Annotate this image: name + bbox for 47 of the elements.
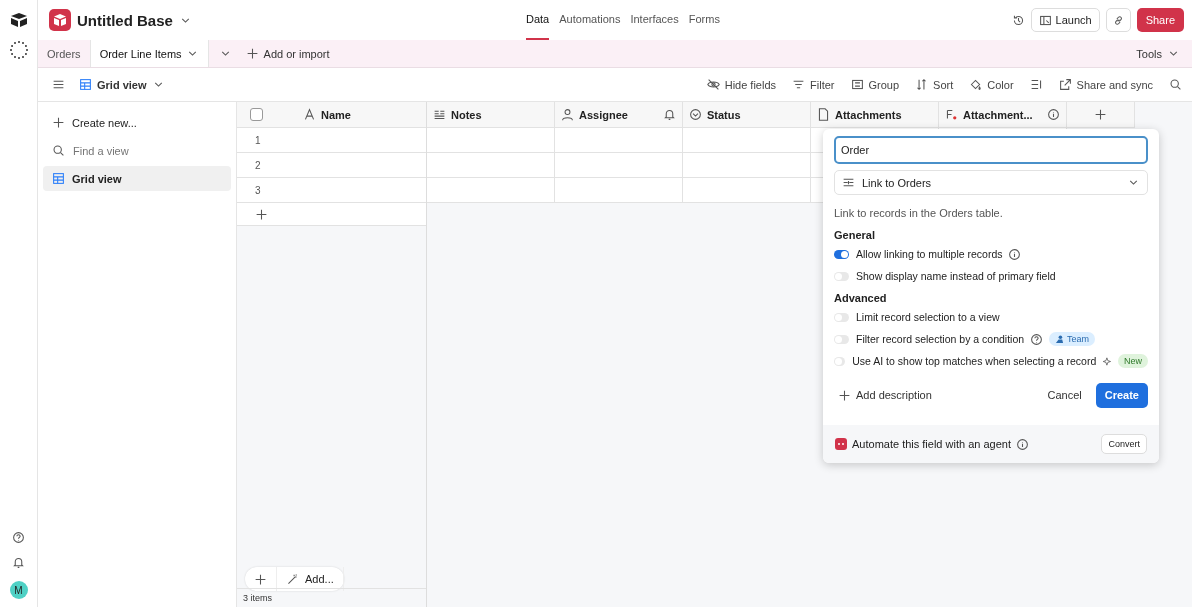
user-avatar[interactable]: M <box>9 581 28 599</box>
row-number: 3 <box>255 184 261 196</box>
row-number: 2 <box>255 159 261 171</box>
create-button[interactable]: Create <box>1095 382 1148 408</box>
convert-button[interactable]: Convert <box>1101 434 1147 454</box>
field-name-input[interactable]: Order <box>834 136 1148 164</box>
find-view-field[interactable]: Find a view <box>71 143 222 158</box>
record-count: 3 items <box>243 593 272 603</box>
field-type-dropdown[interactable]: Link to Orders <box>834 170 1148 195</box>
nav-tab[interactable]: Automations <box>559 0 621 40</box>
toolbar-button[interactable]: Hide fields <box>700 78 783 91</box>
option-label: Use AI to show top matches when selecting a record <box>852 355 1097 367</box>
create-new-button[interactable]: Create new... <box>43 110 231 135</box>
nav-tab[interactable]: Forms <box>688 0 720 40</box>
table-tab[interactable]: Order Line Items <box>89 40 209 67</box>
cancel-button[interactable]: Cancel <box>1043 389 1086 401</box>
section-heading: Advanced <box>834 292 888 304</box>
agent-label: Automate this field with an agent <box>852 438 1011 450</box>
table-tab[interactable]: Orders <box>38 40 90 67</box>
toolbar-button[interactable]: Filter <box>786 78 841 91</box>
option-label: Filter record selection by a condition <box>856 333 1025 345</box>
column-header[interactable]: Attachment... <box>939 102 1067 128</box>
toolbar-button[interactable]: Share and sync <box>1052 78 1159 91</box>
option-label: Limit record selection to a view <box>856 311 1000 323</box>
toolbar-button[interactable]: Group <box>844 78 906 91</box>
column-header[interactable]: Assignee <box>555 102 683 128</box>
column-header[interactable]: Notes <box>427 102 555 128</box>
base-title[interactable]: Untitled Base <box>77 11 173 29</box>
field-description: Link to records in the Orders table. <box>834 207 1004 219</box>
toolbar-button[interactable]: Sort <box>909 78 960 91</box>
share-button[interactable]: Share <box>1136 8 1184 32</box>
view-item[interactable]: Grid view <box>43 166 231 191</box>
toolbar-button[interactable]: Color <box>963 78 1020 91</box>
option-label: Show display name instead of primary field <box>856 270 1056 282</box>
option-label: Allow linking to multiple records <box>856 248 1003 260</box>
column-header[interactable]: Status <box>683 102 811 128</box>
tools-button[interactable]: Tools <box>1132 47 1184 60</box>
column-header[interactable]: Attachments <box>811 102 939 128</box>
nav-tab[interactable]: Interfaces <box>630 0 679 40</box>
new-badge: New <box>1118 354 1148 368</box>
add-import-button[interactable]: Add or import <box>241 47 334 60</box>
plan-badge: Team <box>1049 332 1096 346</box>
view-switcher[interactable]: Grid view <box>75 78 169 91</box>
add-description-button[interactable]: Add description <box>834 388 936 402</box>
row-number: 1 <box>255 134 261 146</box>
launch-button[interactable]: Launch <box>1030 8 1100 32</box>
section-heading: General <box>834 229 876 241</box>
